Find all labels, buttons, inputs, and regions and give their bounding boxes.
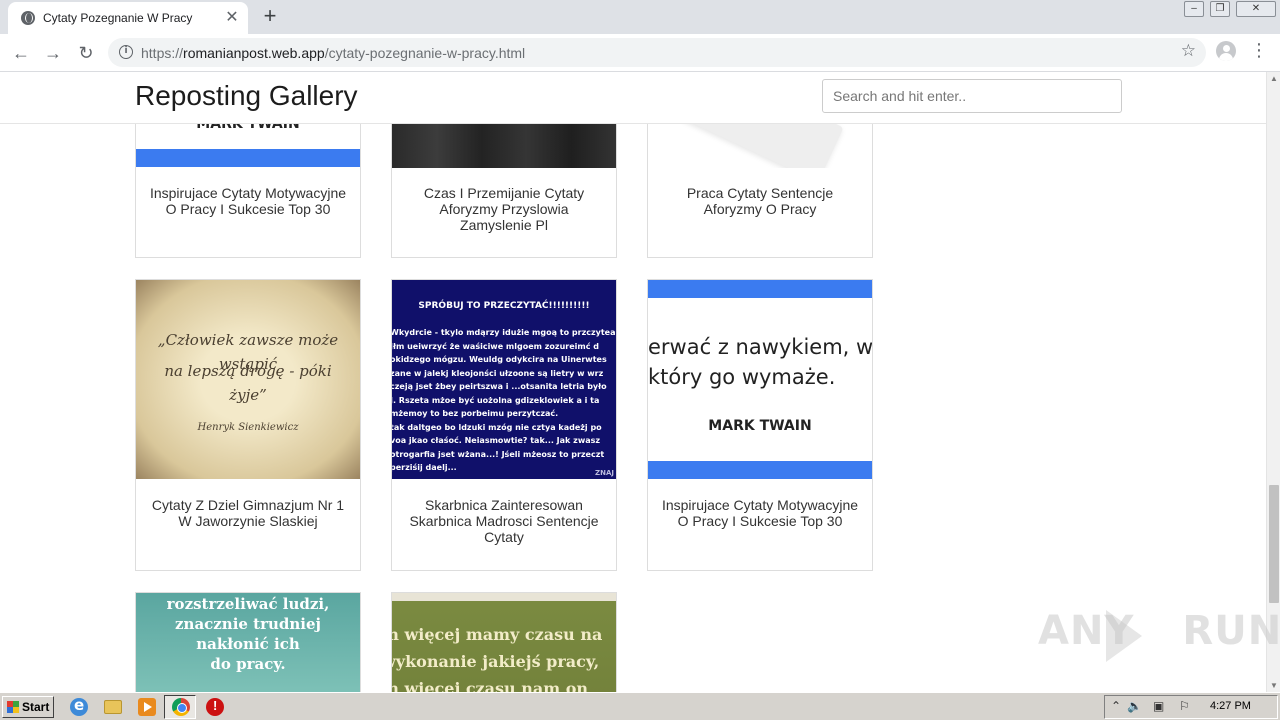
window-close-button[interactable]: ✕ [1236, 1, 1276, 17]
card-caption[interactable]: Inspirujace Cytaty Motywacyjne O Pracy I… [658, 497, 862, 529]
taskbar-chrome-button[interactable] [164, 695, 196, 719]
network-icon[interactable]: ▣ [1153, 699, 1164, 713]
page-viewport: MARK TWAIN Inspirujace Cytaty Motywacyjn… [0, 72, 1266, 692]
anyrun-watermark: ANY RUN [1038, 608, 1280, 654]
clock[interactable]: 4:27 PM [1210, 700, 1251, 712]
card-caption[interactable]: Czas I Przemijanie Cytaty Aforyzmy Przys… [402, 185, 606, 233]
card-image[interactable]: rozstrzeliwać ludzi, znacznie trudniej n… [136, 593, 360, 692]
card-caption[interactable]: Inspirujace Cytaty Motywacyjne O Pracy I… [146, 185, 350, 217]
image-top-strip [392, 593, 616, 601]
image-body-text: Wkydrcie - tkylo mdąrzy idużie mgoą to p… [392, 328, 616, 472]
gallery-card[interactable]: m więcej mamy czasu na wykonanie jakiejś… [391, 592, 617, 692]
tab-title: Cytaty Pozegnanie W Pracy [43, 11, 193, 25]
card-image[interactable]: „Człowiek zawsze może wstąpić na lepszą … [136, 280, 360, 479]
image-text-line: wykonanie jakiejś pracy, [392, 652, 600, 671]
taskbar: Start ⌃ 🔈 ▣ ⚐ 4:27 PM [0, 692, 1280, 720]
gallery-card[interactable]: rozstrzeliwać ludzi, znacznie trudniej n… [135, 592, 361, 692]
card-image[interactable]: SPRÓBUJ TO PRZECZYTAĆ!!!!!!!!!! Wkydrcie… [392, 280, 616, 479]
image-watermark: ZNAJ [595, 469, 614, 477]
info-icon[interactable]: i [119, 45, 133, 59]
tray-expand-icon[interactable]: ⌃ [1111, 699, 1121, 713]
image-text-line: znacznie trudniej [175, 615, 321, 633]
tab-close-icon[interactable]: ✕ [224, 9, 240, 27]
browser-tabstrip: Cytaty Pozegnanie W Pracy ✕ + ‒ ❐ ✕ [0, 0, 1280, 34]
quote-author: Henryk Sienkiewicz [197, 422, 299, 433]
browser-toolbar: ← → ↻ i https://romanianpost.web.app/cyt… [0, 34, 1280, 72]
start-button[interactable]: Start [2, 696, 54, 718]
image-text-line: m więcej czasu nam on [392, 679, 589, 692]
url-text[interactable]: https://romanianpost.web.app/cytaty-poze… [141, 45, 525, 61]
card-image[interactable]: m więcej mamy czasu na wykonanie jakiejś… [392, 593, 616, 692]
quote-line: na lepszą drogę - póki żyje” [164, 362, 332, 404]
accent-bar [648, 280, 872, 298]
accent-bar [648, 461, 872, 479]
card-caption[interactable]: Praca Cytaty Sentencje Aforyzmy O Pracy [658, 185, 862, 217]
card-caption[interactable]: Cytaty Z Dziel Gimnazjum Nr 1 W Jaworzyn… [146, 497, 350, 529]
windows-logo-icon [7, 701, 19, 713]
flag-icon[interactable]: ⚐ [1179, 699, 1190, 713]
image-text-line: rozstrzeliwać ludzi, [166, 595, 330, 613]
system-tray: ⌃ 🔈 ▣ ⚐ 4:27 PM [1104, 695, 1278, 719]
new-tab-button[interactable]: + [258, 4, 282, 28]
image-text-line: do pracy. [210, 655, 286, 673]
globe-icon [21, 11, 35, 25]
media-player-icon[interactable] [138, 698, 156, 716]
gallery-card[interactable]: „Człowiek zawsze może wstąpić na lepszą … [135, 279, 361, 571]
image-text-line: m więcej mamy czasu na [392, 625, 603, 644]
site-title[interactable]: Reposting Gallery [135, 80, 358, 112]
profile-avatar-icon[interactable] [1216, 41, 1236, 61]
quote-author: MARK TWAIN [708, 418, 812, 434]
scroll-up-icon[interactable]: ▲ [1270, 74, 1278, 83]
back-arrow-icon[interactable]: ← [8, 40, 34, 66]
url-host: romanianpost.web.app [183, 45, 325, 61]
image-text-line: nakłonić ich [196, 635, 300, 653]
browser-menu-icon[interactable]: ⋮ [1249, 41, 1269, 61]
gallery-card[interactable]: erwać z nawykiem, wy który go wymaże. MA… [647, 279, 873, 571]
page-scrollbar[interactable]: ▲ ▼ [1266, 72, 1280, 692]
restore-button[interactable]: ❐ [1210, 1, 1230, 17]
minimize-button[interactable]: ‒ [1184, 1, 1204, 17]
url-path: /cytaty-pozegnanie-w-pracy.html [324, 45, 526, 61]
forward-arrow-icon[interactable]: → [40, 40, 66, 66]
gallery-card[interactable]: SPRÓBUJ TO PRZECZYTAĆ!!!!!!!!!! Wkydrcie… [391, 279, 617, 571]
image-heading: SPRÓBUJ TO PRZECZYTAĆ!!!!!!!!!! [418, 301, 590, 311]
scroll-down-icon[interactable]: ▼ [1270, 681, 1278, 690]
volume-icon[interactable]: 🔈 [1127, 699, 1142, 713]
reload-icon[interactable]: ↻ [73, 40, 99, 66]
search-input[interactable] [822, 79, 1122, 113]
card-caption[interactable]: Skarbnica Zainteresowan Skarbnica Madros… [402, 497, 606, 545]
start-label: Start [22, 700, 50, 714]
bookmark-star-icon[interactable]: ☆ [1181, 41, 1196, 61]
quote-line: erwać z nawykiem, wy [648, 335, 872, 359]
accent-bar [136, 149, 360, 167]
play-icon [1106, 610, 1142, 662]
quote-line: który go wymaże. [648, 365, 836, 389]
watermark-text-right: RUN [1182, 608, 1280, 654]
url-scheme: https:// [141, 45, 184, 61]
stop-icon[interactable] [206, 698, 224, 716]
scrollbar-thumb[interactable] [1269, 485, 1279, 603]
chrome-icon [172, 698, 190, 716]
site-header: Reposting Gallery [0, 72, 1266, 124]
browser-tab[interactable]: Cytaty Pozegnanie W Pracy ✕ [8, 2, 248, 34]
internet-explorer-icon[interactable] [70, 696, 88, 716]
card-image[interactable]: erwać z nawykiem, wy który go wymaże. MA… [648, 280, 872, 479]
address-bar[interactable]: i https://romanianpost.web.app/cytaty-po… [108, 38, 1206, 67]
folder-icon[interactable] [104, 700, 122, 714]
